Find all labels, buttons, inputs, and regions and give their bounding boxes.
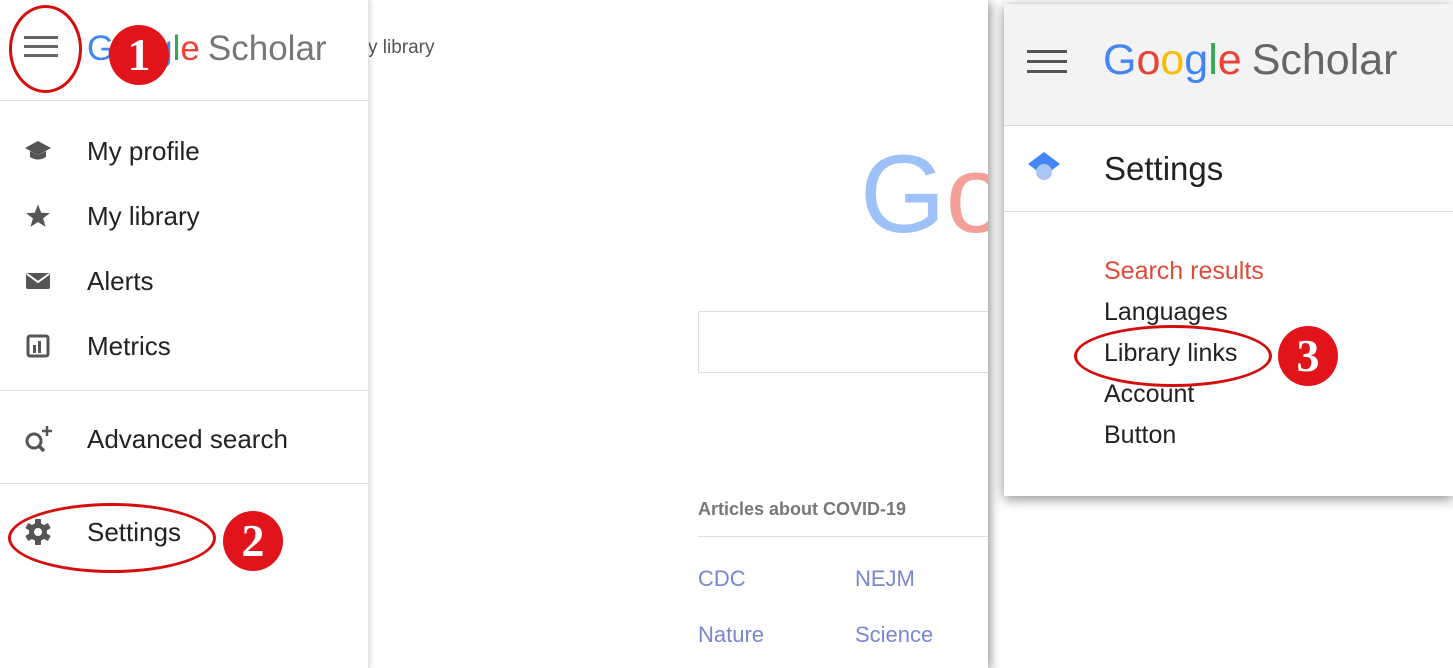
menu-item-metrics[interactable]: Metrics <box>0 314 368 378</box>
link-nejm[interactable]: NEJM <box>855 566 915 592</box>
google-scholar-logo[interactable]: GoogleScholar <box>1103 34 1398 86</box>
home-logo-fragment: Go <box>860 140 988 250</box>
menu-item-advanced-search[interactable]: Advanced search <box>0 407 368 471</box>
settings-nav-button[interactable]: Button <box>1104 420 1176 450</box>
menu-item-label: Metrics <box>87 331 171 361</box>
logo-letter-g: G <box>860 133 946 256</box>
left-screenshot: y library Go Articles about COVID-19 CDC… <box>0 0 988 668</box>
menu-item-my-library[interactable]: My library <box>0 184 368 248</box>
annotation-ring-library-links <box>1074 325 1272 387</box>
settings-title-row: Settings <box>1004 126 1453 212</box>
annotation-badge-step2: 2 <box>223 511 283 571</box>
articles-divider <box>698 536 988 537</box>
settings-nav-search-results[interactable]: Search results <box>1104 256 1264 286</box>
breadcrumb-fragment: y library <box>368 37 435 58</box>
menu-icon[interactable] <box>1027 50 1067 78</box>
menu-item-alerts[interactable]: Alerts <box>0 249 368 313</box>
link-science[interactable]: Science <box>855 622 933 648</box>
right-screenshot: Google Scholar Settings Search results La… <box>1004 4 1453 496</box>
advanced-search-icon <box>22 423 54 455</box>
menu-item-label: Advanced search <box>87 424 288 454</box>
settings-header: Google Scholar <box>1004 4 1453 126</box>
annotation-ring-settings <box>8 503 216 573</box>
metrics-icon <box>22 330 54 362</box>
drawer-divider <box>0 390 368 391</box>
page-title: Settings <box>1104 150 1224 187</box>
articles-title: Articles about COVID-19 <box>698 499 907 519</box>
graduation-cap-icon <box>22 135 54 167</box>
link-nature[interactable]: Nature <box>698 622 764 648</box>
menu-item-label: Alerts <box>87 266 154 296</box>
logo-letter-o: o <box>945 133 988 256</box>
drawer-divider <box>0 483 368 484</box>
nav-drawer: GoogleScholar My profile My library Aler… <box>0 0 369 668</box>
search-input[interactable] <box>698 311 988 373</box>
annotation-badge-step3: 3 <box>1278 326 1338 386</box>
annotation-badge-step1: 1 <box>109 25 169 85</box>
settings-nav-languages[interactable]: Languages <box>1104 297 1228 327</box>
settings-cap-icon <box>1026 150 1062 186</box>
envelope-icon <box>22 265 54 297</box>
menu-item-label: My profile <box>87 136 200 166</box>
link-cdc[interactable]: CDC <box>698 566 746 592</box>
annotation-ring-menu <box>9 5 82 93</box>
scholar-home-background: y library Go Articles about COVID-19 CDC… <box>368 0 988 668</box>
star-icon <box>22 200 54 232</box>
menu-item-label: My library <box>87 201 200 231</box>
menu-item-my-profile[interactable]: My profile <box>0 119 368 183</box>
